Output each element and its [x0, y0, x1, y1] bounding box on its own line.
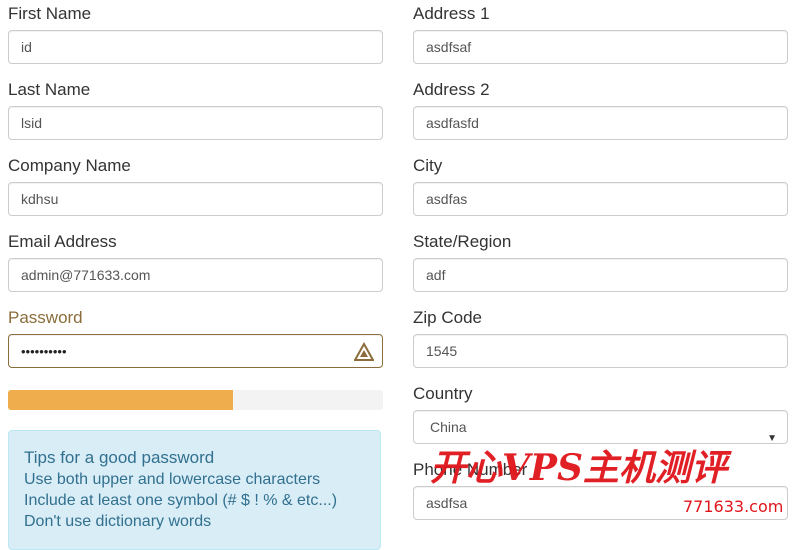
address1-label: Address 1	[413, 4, 490, 23]
country-label: Country	[413, 384, 473, 403]
zip-input[interactable]: 1545	[413, 334, 788, 368]
first-name-label: First Name	[8, 4, 92, 23]
last-name-label: Last Name	[8, 80, 91, 99]
watermark-url: 771633.com	[683, 497, 784, 516]
chevron-down-icon: ▼	[767, 433, 777, 444]
password-tip: Don't use dictionary words	[24, 513, 212, 530]
password-label: Password	[8, 308, 83, 327]
watermark-logo: 开心VPS主机测评	[430, 447, 728, 489]
email-label: Email Address	[8, 232, 117, 251]
state-label: State/Region	[413, 232, 512, 251]
password-strength-fill	[8, 390, 233, 410]
country-select[interactable]: China ▼	[413, 410, 788, 444]
warning-icon	[353, 341, 375, 361]
email-input[interactable]: admin@771633.com	[8, 258, 383, 292]
password-tips-title: Tips for a good password	[24, 448, 215, 467]
first-name-input[interactable]: id	[8, 30, 383, 64]
address2-label: Address 2	[413, 80, 490, 99]
password-strength-bar	[8, 390, 383, 410]
address1-input[interactable]: asdfsaf	[413, 30, 788, 64]
password-tip: Include at least one symbol (# $ ! % & e…	[24, 492, 338, 509]
password-tips-panel: Tips for a good password Use both upper …	[8, 430, 381, 550]
country-selected-value: China	[430, 419, 467, 435]
password-value: ••••••••••	[21, 344, 67, 359]
password-input[interactable]: ••••••••••	[8, 334, 383, 368]
zip-label: Zip Code	[413, 308, 482, 327]
address2-input[interactable]: asdfasfd	[413, 106, 788, 140]
company-name-input[interactable]: kdhsu	[8, 182, 383, 216]
company-name-label: Company Name	[8, 156, 131, 175]
password-tip: Use both upper and lowercase characters	[24, 471, 321, 488]
city-input[interactable]: asdfas	[413, 182, 788, 216]
last-name-input[interactable]: lsid	[8, 106, 383, 140]
city-label: City	[413, 156, 443, 175]
state-input[interactable]: adf	[413, 258, 788, 292]
